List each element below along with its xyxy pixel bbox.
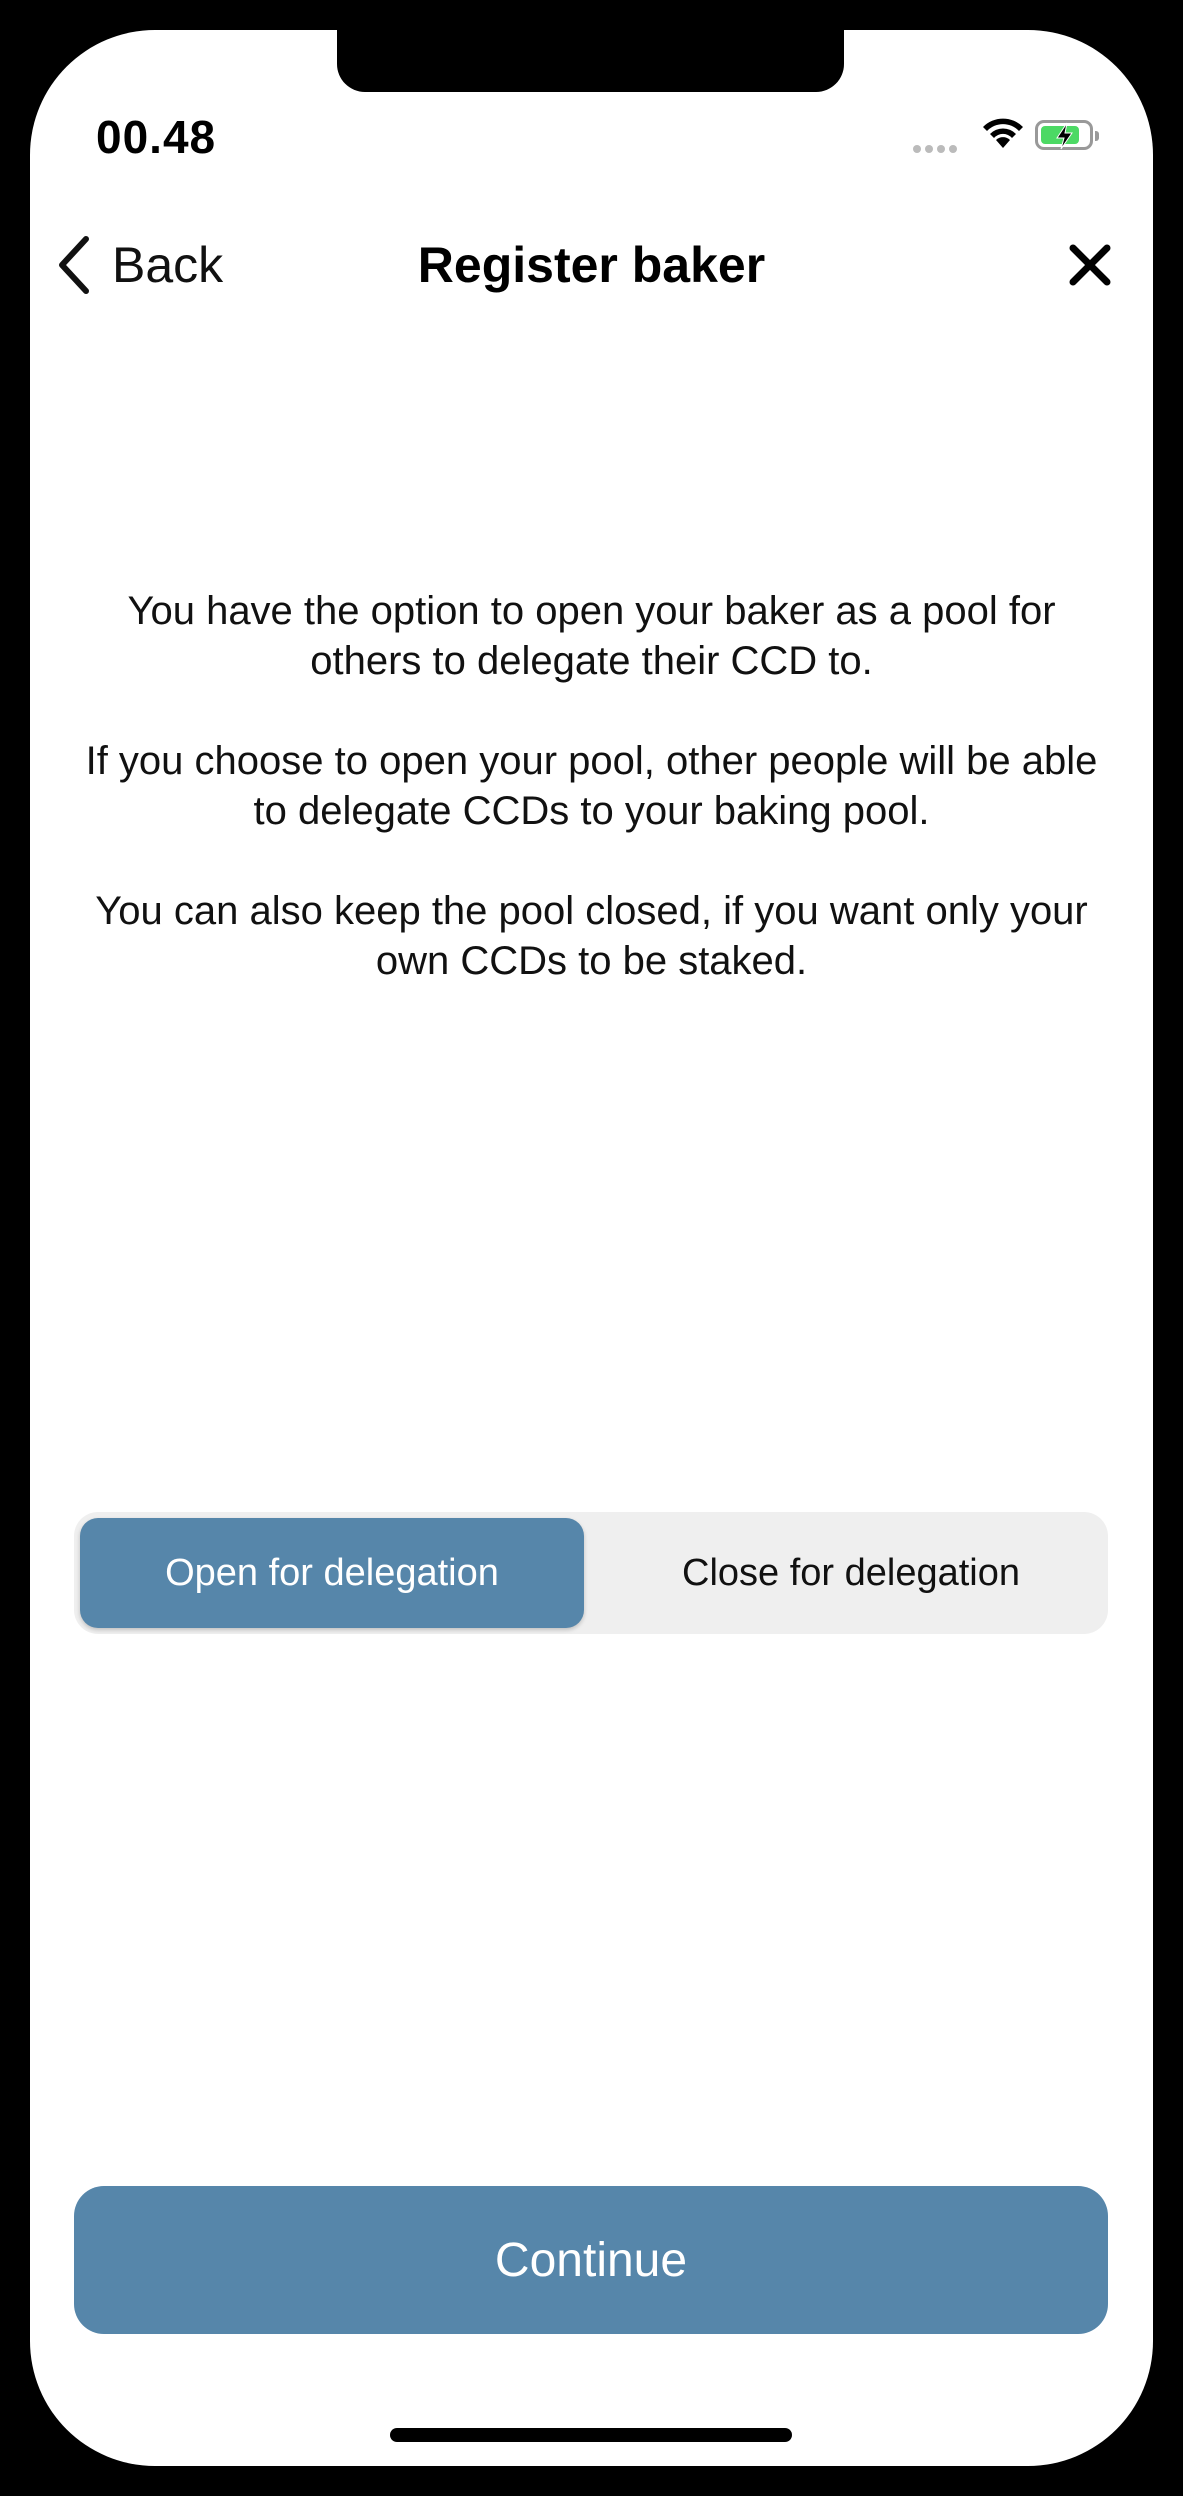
continue-button[interactable]: Continue [74, 2186, 1108, 2334]
status-time: 00.48 [96, 111, 217, 163]
description-paragraph-1: You have the option to open your baker a… [127, 589, 1056, 683]
navigation-bar: Back Register baker [30, 210, 1153, 320]
home-indicator [390, 2428, 792, 2442]
cellular-signal-icon [913, 140, 961, 158]
close-icon[interactable] [1065, 240, 1115, 290]
open-for-delegation-option[interactable]: Open for delegation [80, 1518, 584, 1628]
status-icons [913, 116, 1123, 156]
page-title: Register baker [417, 237, 766, 293]
device-frame: 00.48 Back Register baker You have the o… [0, 0, 1183, 2496]
notch [337, 30, 844, 92]
close-for-delegation-option[interactable]: Close for delegation [594, 1512, 1108, 1634]
screen: 00.48 Back Register baker You have the o… [30, 30, 1153, 2466]
wifi-icon [983, 118, 1023, 148]
delegation-segmented-control: Open for delegation Close for delegation [74, 1512, 1108, 1634]
description-paragraph-3: You can also keep the pool closed, if yo… [95, 889, 1088, 983]
description-paragraph-2: If you choose to open your pool, other p… [85, 739, 1098, 833]
battery-charging-icon [1035, 120, 1099, 150]
